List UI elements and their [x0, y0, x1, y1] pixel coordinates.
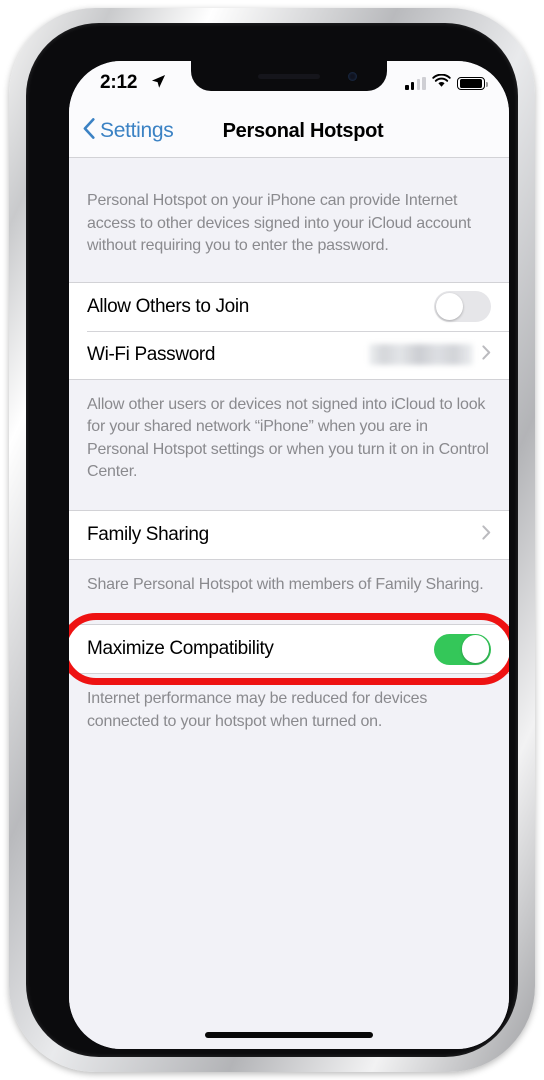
navigation-bar: Settings Personal Hotspot	[69, 107, 509, 158]
join-settings-group: Allow Others to Join Wi-Fi Password	[69, 281, 509, 380]
page-title: Personal Hotspot	[222, 120, 384, 142]
row-wifi-password[interactable]: Wi-Fi Password	[69, 330, 509, 379]
notch	[191, 61, 387, 91]
intro-footnote: Personal Hotspot on your iPhone can prov…	[87, 192, 471, 254]
compatibility-footnote: Internet performance may be reduced for …	[87, 690, 428, 730]
chevron-right-icon	[482, 344, 491, 365]
row-family-sharing[interactable]: Family Sharing	[69, 510, 509, 559]
wifi-password-value-redacted	[369, 344, 473, 365]
wifi-password-label: Wi-Fi Password	[87, 343, 216, 365]
row-allow-others-to-join[interactable]: Allow Others to Join	[69, 282, 509, 331]
maximize-compatibility-section: Maximize Compatibility	[69, 613, 509, 685]
home-indicator-bar[interactable]	[205, 1032, 373, 1038]
status-time: 2:12	[100, 72, 138, 93]
allow-others-label: Allow Others to Join	[87, 295, 249, 317]
iphone-device-frame: 2:12 Settings Personal Hotspot Personal …	[9, 8, 535, 1072]
join-footnote: Allow other users or devices not signed …	[87, 395, 489, 481]
status-indicators	[405, 73, 488, 93]
wifi-icon	[432, 73, 451, 93]
family-sharing-group: Family Sharing	[69, 509, 509, 560]
toggle-knob	[461, 635, 490, 663]
maximize-compatibility-toggle[interactable]	[434, 633, 491, 665]
cellular-signal-icon	[405, 76, 426, 90]
row-maximize-compatibility[interactable]: Maximize Compatibility	[69, 625, 509, 673]
battery-icon	[457, 76, 488, 91]
phone-screen: 2:12 Settings Personal Hotspot Personal …	[69, 61, 509, 1049]
location-arrow-icon	[151, 74, 166, 94]
allow-others-toggle[interactable]	[434, 291, 491, 322]
settings-scroll-content: Personal Hotspot on your iPhone can prov…	[69, 158, 509, 1049]
toggle-knob	[435, 292, 464, 321]
chevron-right-icon	[482, 524, 491, 545]
earpiece-speaker	[258, 74, 320, 79]
front-camera-icon	[348, 72, 357, 81]
family-sharing-footnote: Share Personal Hotspot with members of F…	[87, 575, 484, 593]
device-bezel: 2:12 Settings Personal Hotspot Personal …	[26, 23, 518, 1057]
family-sharing-label: Family Sharing	[87, 523, 209, 545]
compatibility-group: Maximize Compatibility	[69, 624, 509, 674]
maximize-compatibility-label: Maximize Compatibility	[87, 638, 274, 659]
